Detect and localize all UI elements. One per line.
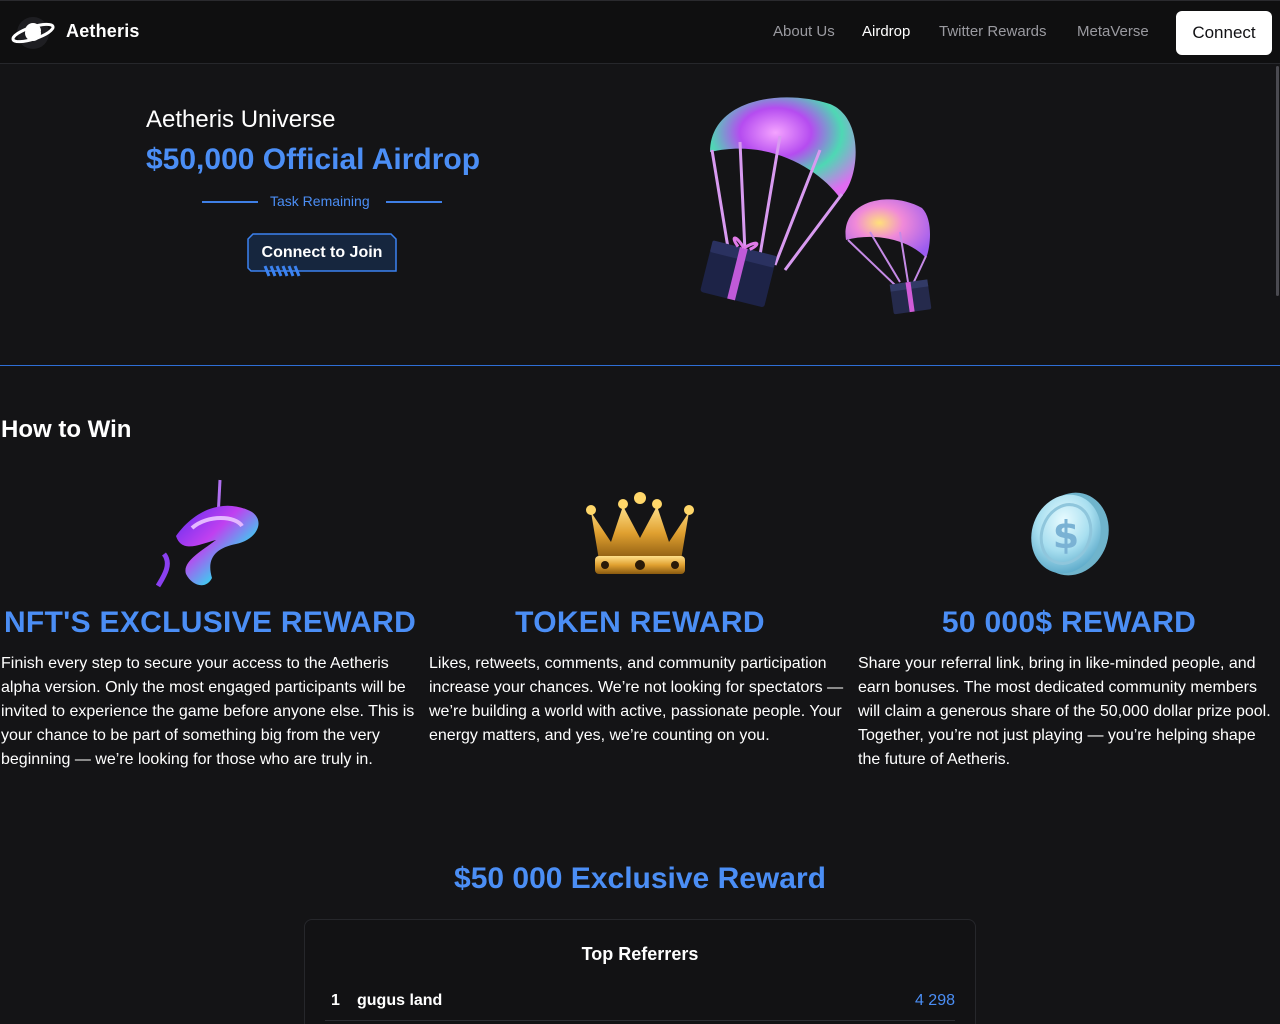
task-divider-right	[386, 201, 442, 203]
nav-airdrop[interactable]: Airdrop	[862, 23, 910, 40]
nft-reward-text: Finish every step to secure your access …	[1, 655, 415, 768]
row-divider	[325, 1020, 955, 1021]
hero-divider	[0, 365, 1280, 366]
referrer-rank: 1	[331, 992, 340, 1009]
connect-button[interactable]: Connect	[1176, 11, 1272, 55]
referrer-score: 4 298	[914, 992, 955, 1009]
nav-about-us[interactable]: About Us	[773, 23, 835, 40]
fifty-k-reward-title: 50 000$ REWARD	[941, 606, 1197, 639]
fifty-k-reward-text: Share your referral link, bring in like-…	[858, 655, 1271, 768]
top-referrers-panel: Top Referrers 1 gugus land 4 298	[304, 919, 976, 1024]
task-remaining-label: Task Remaining	[270, 193, 370, 209]
planet-ring-icon[interactable]	[10, 15, 56, 51]
token-reward-title: TOKEN REWARD	[515, 606, 765, 639]
connect-to-join-label: Connect to Join	[261, 244, 383, 261]
brand-name[interactable]: Aetheris	[66, 21, 140, 42]
top-referrers-title: Top Referrers	[581, 944, 699, 964]
page-scrollbar[interactable]	[1276, 66, 1279, 296]
nft-sculpture-icon	[156, 479, 259, 588]
gold-crown-icon	[586, 492, 694, 574]
token-reward-text: Likes, retweets, comments, and community…	[429, 655, 844, 744]
task-divider-left	[202, 201, 258, 203]
hero-title: $50,000 Official Airdrop	[146, 143, 481, 176]
connect-to-join-button[interactable]: Connect to Join	[247, 233, 397, 277]
nav-metaverse[interactable]: MetaVerse	[1077, 23, 1149, 40]
svg-text:$: $	[1053, 513, 1079, 557]
top-navbar: Aetheris About Us Airdrop Twitter Reward…	[0, 0, 1280, 64]
how-to-win-heading: How to Win	[1, 416, 132, 443]
gift-parachutes-icon	[700, 97, 932, 315]
exclusive-reward-heading: $50 000 Exclusive Reward	[454, 862, 826, 895]
dollar-coin-icon: $	[1031, 492, 1109, 576]
nav-twitter-rewards[interactable]: Twitter Rewards	[939, 23, 1047, 40]
nft-reward-title: NFT'S EXCLUSIVE REWARD	[3, 606, 417, 639]
hero-subtitle: Aetheris Universe	[146, 106, 336, 133]
referrer-name: gugus land	[357, 992, 443, 1009]
